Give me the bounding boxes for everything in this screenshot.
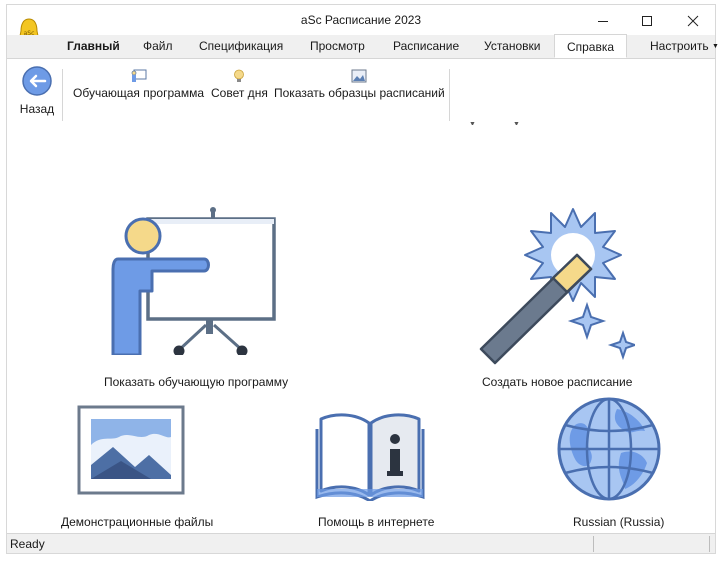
maximize-button[interactable] [627, 9, 667, 33]
tab-file[interactable]: Файл [143, 35, 173, 58]
app-window: aSc aSc Расписание 2023 Главный Файл Спе… [6, 4, 719, 554]
tab-settings[interactable]: Установки [484, 35, 540, 58]
demo-files-tile-label[interactable]: Демонстрационные файлы [61, 515, 213, 529]
show-samples-button-label: Показать образцы расписаний [274, 86, 445, 100]
back-button-label: Назад [19, 102, 55, 116]
show-samples-button[interactable]: Показать образцы расписаний [274, 69, 445, 100]
resize-grip-icon[interactable] [709, 536, 710, 552]
title-bar: aSc aSc Расписание 2023 [7, 5, 715, 48]
demo-files-tile[interactable] [77, 405, 185, 495]
language-tile[interactable] [555, 395, 663, 503]
maximize-icon [642, 16, 652, 26]
lightbulb-icon [234, 69, 245, 82]
minimize-icon [598, 21, 608, 22]
tip-of-day-button[interactable]: Совет дня [211, 69, 268, 100]
language-tile-label[interactable]: Russian (Russia) [573, 515, 664, 529]
help-online-tile[interactable] [315, 405, 425, 501]
status-separator [593, 536, 594, 552]
status-text: Ready [10, 537, 45, 551]
tutorial-tile[interactable] [102, 195, 282, 365]
status-bar: Ready [7, 533, 715, 553]
globe-icon [557, 397, 661, 501]
tutorial-button-label: Обучающая программа [73, 86, 204, 100]
book-info-icon [315, 413, 425, 501]
new-schedule-tile-label[interactable]: Создать новое расписание [482, 375, 632, 389]
presentation-icon [131, 69, 146, 82]
landscape-picture-icon [77, 405, 185, 495]
tip-of-day-button-label: Совет дня [211, 86, 268, 100]
help-online-tile-label[interactable]: Помощь в интернете [318, 515, 434, 529]
chevron-down-icon: ▼ [711, 43, 719, 50]
tutorial-tile-label[interactable]: Показать обучающую программу [104, 375, 288, 389]
ribbon-tabs: Главный Файл Спецификация Просмотр Распи… [7, 34, 719, 59]
close-icon [687, 15, 699, 27]
tab-help[interactable]: Справка [554, 34, 627, 58]
magic-wand-icon [479, 208, 635, 365]
tab-home[interactable]: Главный [67, 35, 120, 58]
tab-specification[interactable]: Спецификация [199, 35, 283, 58]
back-arrow-icon [22, 66, 52, 96]
tab-view[interactable]: Просмотр [310, 35, 365, 58]
tab-customize[interactable]: Настроить ▼ [650, 35, 719, 58]
new-schedule-tile[interactable] [467, 197, 635, 365]
presentation-board-icon [111, 207, 276, 355]
ribbon-panel: Назад Обучающая программа Совет дня Пока… [7, 59, 715, 128]
ribbon-separator [449, 69, 450, 121]
tab-timetable[interactable]: Расписание [393, 35, 459, 58]
minimize-button[interactable] [583, 9, 623, 33]
help-content-area: Показать обучающую программу Создать нов… [7, 125, 715, 533]
close-button[interactable] [673, 9, 713, 33]
tab-customize-label: Настроить [650, 39, 709, 53]
picture-icon [351, 69, 367, 83]
back-button[interactable]: Назад [15, 65, 59, 116]
tutorial-button[interactable]: Обучающая программа [73, 69, 204, 100]
ribbon-separator [62, 69, 63, 121]
